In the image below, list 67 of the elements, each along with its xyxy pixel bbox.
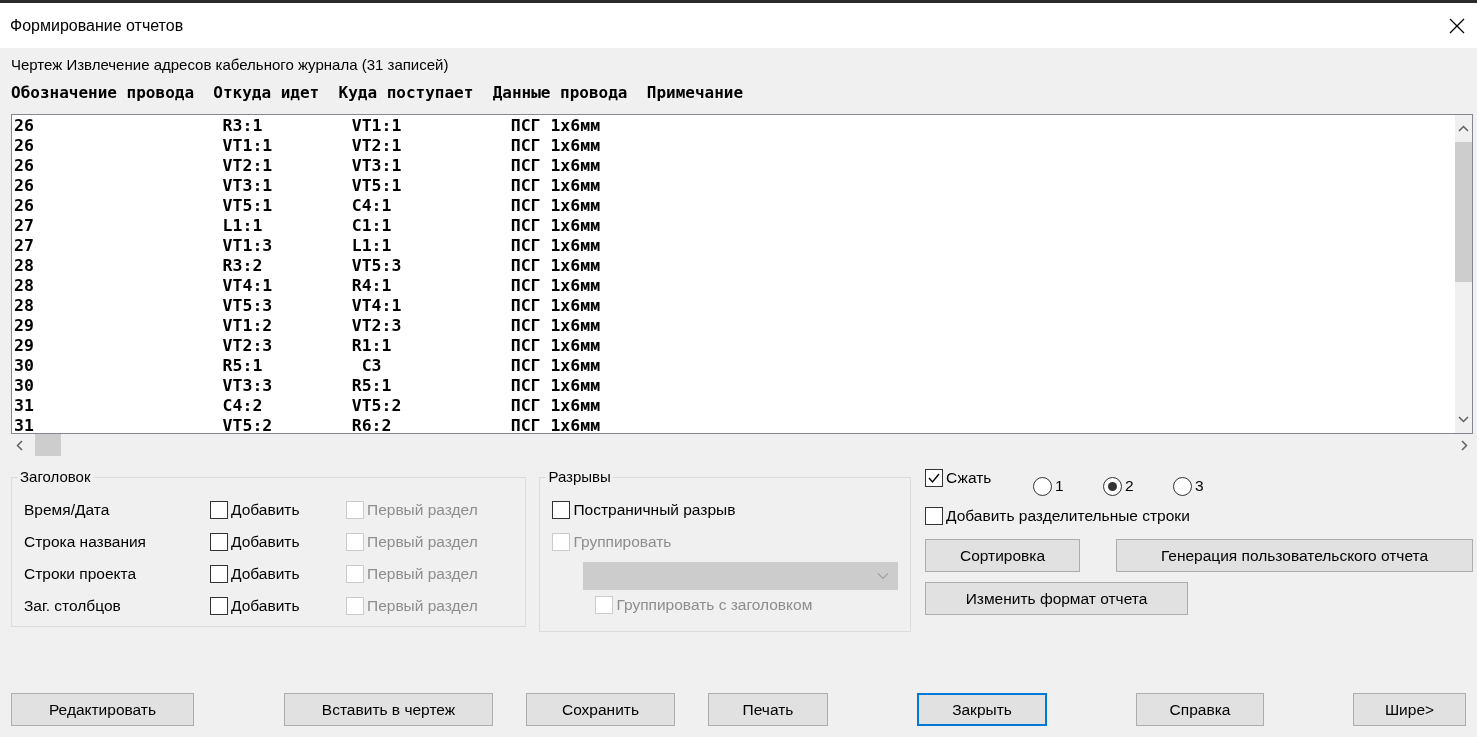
option-label: Строка названия (24, 533, 147, 551)
report-line: 26 VT2:1 VT3:1 ПСГ 1х6мм (14, 156, 602, 176)
checkbox-label: Первый раздел (367, 501, 478, 519)
checkbox-label: Первый раздел (367, 565, 478, 583)
checkbox-label: Добавить (231, 565, 300, 583)
option-label: Время/Дата (24, 501, 111, 519)
column-header: Откуда идет (213, 82, 320, 102)
radio-label: 1 (1055, 477, 1064, 495)
report-line: 27 VT1:3 L1:1 ПСГ 1х6мм (14, 236, 602, 256)
report-line: 26 VT3:1 VT5:1 ПСГ 1х6мм (14, 176, 602, 196)
close-icon[interactable] (1449, 17, 1465, 34)
report-line: 28 VT4:1 R4:1 ПСГ 1х6мм (14, 276, 602, 296)
checkbox[interactable] (210, 501, 228, 519)
report-line: 26 R3:1 VT1:1 ПСГ 1х6мм (14, 116, 602, 136)
custom-report-button[interactable]: Генерация пользовательского отчета (1116, 539, 1473, 572)
checkbox-label: Группировать (573, 533, 672, 551)
report-line: 31 C4:2 VT5:2 ПСГ 1х6мм (14, 396, 602, 416)
report-line: 28 R3:2 VT5:3 ПСГ 1х6мм (14, 256, 602, 276)
checkbox-label: Группировать с заголовком (616, 596, 813, 614)
dialog-button[interactable]: Сохранить (526, 693, 675, 726)
checkbox[interactable] (925, 469, 943, 487)
radio-button[interactable] (1173, 476, 1192, 496)
report-line: 29 VT2:3 R1:1 ПСГ 1х6мм (14, 336, 602, 356)
checkbox[interactable] (210, 597, 228, 615)
checkbox[interactable] (210, 533, 228, 551)
vertical-scrollbar[interactable] (1455, 115, 1472, 433)
column-header: Примечание (646, 82, 744, 102)
checkbox[interactable] (925, 507, 943, 525)
window-title: Формирование отчетов (10, 16, 184, 35)
column-header: Куда поступает (338, 82, 474, 102)
change-format-button[interactable]: Изменить формат отчета (925, 582, 1188, 615)
radio-label: 2 (1125, 477, 1134, 495)
dialog-button[interactable]: Печать (708, 693, 828, 726)
dialog-button[interactable]: Вставить в чертеж (284, 693, 493, 726)
checkbox-label: Первый раздел (367, 533, 478, 551)
dialog-button[interactable]: Шире> (1353, 693, 1466, 726)
report-line: 30 R5:1 C3 ПСГ 1х6мм (14, 356, 602, 376)
report-line: 27 L1:1 C1:1 ПСГ 1х6мм (14, 216, 602, 236)
column-header: Обозначение провода (11, 82, 195, 102)
radio-button[interactable] (1033, 476, 1052, 496)
scroll-thumb[interactable] (1455, 142, 1472, 282)
checkbox-label: Добавить (231, 597, 300, 615)
checkbox[interactable] (552, 501, 571, 519)
report-line: 31 VT5:2 R6:2 ПСГ 1х6мм (14, 416, 602, 433)
dialog-button[interactable]: Закрыть (917, 693, 1047, 726)
sort-button[interactable]: Сортировка (925, 539, 1080, 572)
checkbox-label: Первый раздел (367, 597, 478, 615)
radio-button[interactable] (1103, 476, 1122, 496)
report-line: 28 VT5:3 VT4:1 ПСГ 1х6мм (14, 296, 602, 316)
report-line: 26 VT1:1 VT2:1 ПСГ 1х6мм (14, 136, 602, 156)
dialog-button[interactable]: Справка (1136, 693, 1264, 726)
dialog-button[interactable]: Редактировать (11, 693, 194, 726)
checkbox-label: Добавить (231, 533, 300, 551)
scroll-thumb[interactable] (35, 434, 61, 456)
checkbox-label: Постраничный разрыв (573, 501, 736, 519)
checkbox-label: Сжать (946, 469, 992, 487)
report-line: 29 VT1:2 VT2:3 ПСГ 1х6мм (14, 316, 602, 336)
option-label: Строки проекта (24, 565, 138, 583)
report-line: 26 VT5:1 C4:1 ПСГ 1х6мм (14, 196, 602, 216)
checkbox[interactable] (210, 565, 228, 583)
checkbox-label: Добавить (231, 501, 300, 519)
report-line: 30 VT3:3 R5:1 ПСГ 1х6мм (14, 376, 602, 396)
option-label: Заг. столбцов (24, 597, 122, 615)
report-title: Чертеж Извлечение адресов кабельного журнала (31 записей) (11, 56, 450, 75)
column-header: Данные провода (492, 82, 628, 102)
radio-label: 3 (1195, 477, 1204, 495)
checkbox-label: Добавить разделительные строки (946, 507, 1190, 525)
